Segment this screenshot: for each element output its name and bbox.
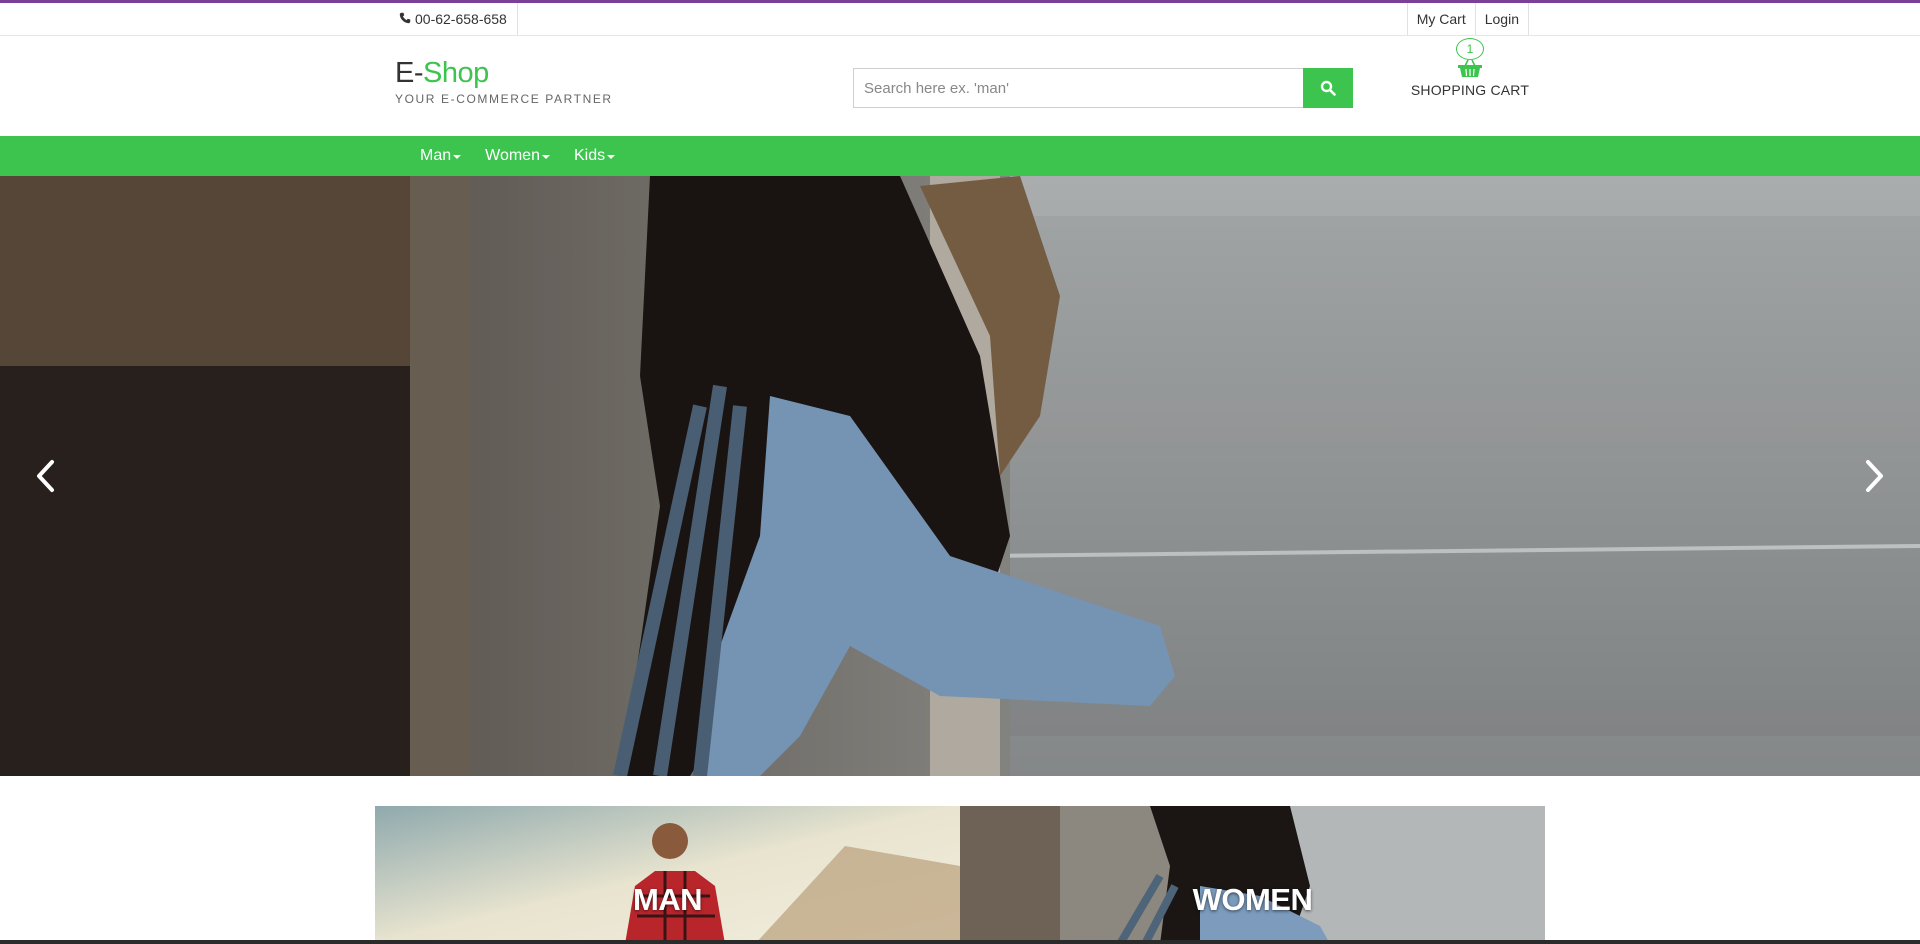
logo-tagline: YOUR E-COMMERCE PARTNER (395, 92, 613, 106)
nav-item-label: Man (420, 147, 452, 164)
nav-item-kids[interactable]: Kids (562, 136, 627, 176)
chevron-left-icon (37, 460, 54, 492)
cart-count-badge: 1 (1456, 38, 1484, 60)
category-image-women (960, 806, 1545, 944)
shopping-cart[interactable]: 1 SHOPPING CART (1410, 38, 1530, 98)
nav-item-label: Women (485, 147, 540, 164)
page-bottom-edge (0, 940, 1920, 944)
chevron-right-icon (1866, 460, 1883, 492)
search-icon (1320, 80, 1336, 96)
my-cart-link[interactable]: My Cart (1406, 3, 1475, 35)
basket-icon (1458, 59, 1482, 77)
search-bar (853, 68, 1353, 108)
category-tile-women[interactable]: WOMEN (960, 806, 1545, 944)
caret-down-icon (607, 155, 616, 159)
cart-label: SHOPPING CART (1410, 82, 1530, 98)
nav-item-women[interactable]: Women (473, 136, 562, 176)
logo-title: E-Shop (395, 56, 613, 90)
search-input[interactable] (853, 68, 1303, 108)
main-nav: Man Women Kids (0, 136, 1920, 176)
logo-main: Shop (423, 57, 489, 89)
top-bar: 00-62-658-658 My Cart Login (0, 3, 1920, 36)
caret-down-icon (453, 155, 462, 159)
category-label: WOMEN (1192, 882, 1313, 917)
site-logo[interactable]: E-Shop YOUR E-COMMERCE PARTNER (395, 56, 613, 106)
nav-item-label: Kids (573, 147, 606, 164)
phone-contact: 00-62-658-658 (391, 3, 518, 35)
hero-carousel[interactable] (0, 176, 1920, 776)
phone-icon (399, 11, 411, 27)
hero-image (0, 176, 1920, 776)
category-label: MAN (632, 882, 703, 917)
site-header: E-Shop YOUR E-COMMERCE PARTNER 1 SHOPPIN… (0, 36, 1920, 136)
phone-number: 00-62-658-658 (415, 11, 507, 27)
category-image-man (375, 806, 960, 944)
carousel-next-button[interactable] (1855, 446, 1895, 506)
top-links: My Cart Login (1406, 3, 1529, 35)
category-tile-man[interactable]: MAN (375, 806, 960, 944)
search-button[interactable] (1303, 68, 1353, 108)
logo-prefix: E- (395, 57, 424, 89)
category-tiles: MAN WOMEN (375, 806, 1545, 944)
login-link[interactable]: Login (1474, 3, 1529, 35)
carousel-prev-button[interactable] (25, 446, 65, 506)
caret-down-icon (541, 155, 550, 159)
nav-item-man[interactable]: Man (408, 136, 473, 176)
